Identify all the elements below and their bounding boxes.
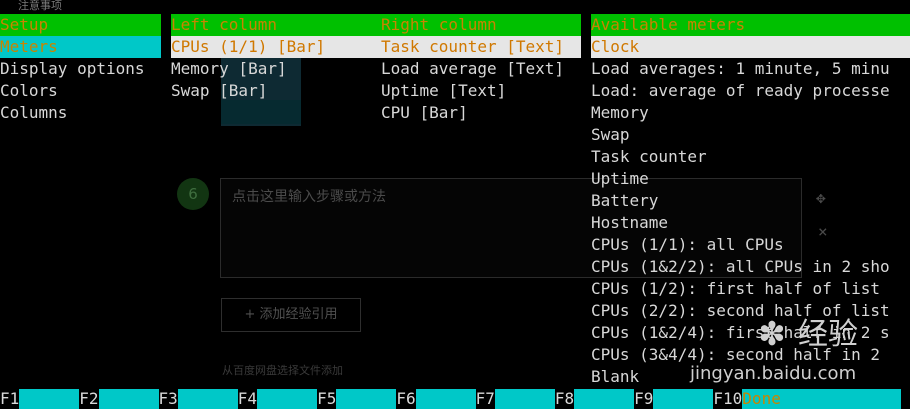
available-meter-item[interactable]: Memory: [591, 102, 910, 124]
bg-step-input-placeholder: 点击这里输入步骤或方法: [232, 189, 386, 205]
fkey-label: [574, 389, 635, 409]
left-meter-item[interactable]: Memory [Bar]: [171, 58, 381, 80]
right-meter-item[interactable]: CPU [Bar]: [381, 102, 581, 124]
available-meter-item[interactable]: Clock: [591, 36, 910, 58]
fkey-key: F6: [396, 389, 416, 409]
available-meters-header: Available meters: [591, 14, 910, 36]
setup-item-colors[interactable]: Colors: [0, 80, 161, 102]
right-meter-item[interactable]: Task counter [Text]: [381, 36, 581, 58]
setup-header: Setup: [0, 14, 161, 36]
fkey-label: [653, 389, 714, 409]
setup-column: Setup Meters Display options Colors Colu…: [0, 14, 161, 124]
fkey-label: [415, 389, 476, 409]
setup-item-meters[interactable]: Meters: [0, 36, 161, 58]
fkey-key: F3: [158, 389, 178, 409]
right-meter-item[interactable]: Load average [Text]: [381, 58, 581, 80]
left-column-header: Left column: [171, 14, 381, 36]
fkey-label: [19, 389, 80, 409]
fkey-f3[interactable]: F3: [158, 389, 238, 409]
watermark-site: jingyan.baidu.com: [690, 363, 857, 384]
bg-image-strip: [221, 100, 301, 124]
baidu-paw-icon: ✽: [759, 309, 785, 355]
right-column-header: Right column: [381, 14, 581, 36]
fkey-label: [177, 389, 238, 409]
done-label: Done: [742, 389, 902, 409]
bg-add-reference-button: + 添加经验引用: [221, 298, 361, 332]
fkey-key: F7: [475, 389, 495, 409]
available-meter-item[interactable]: Battery: [591, 190, 910, 212]
available-meter-item[interactable]: Swap: [591, 124, 910, 146]
fkey-f1[interactable]: F1: [0, 389, 80, 409]
fkey-key: F4: [237, 389, 258, 409]
fkey-key: F10: [713, 389, 743, 409]
available-meter-item[interactable]: Task counter: [591, 146, 910, 168]
available-meter-item[interactable]: Load: average of ready processe: [591, 80, 910, 102]
bg-tab-label: 注意事项: [18, 0, 62, 12]
fkey-label: [98, 389, 159, 409]
fkey-label: [494, 389, 555, 409]
fkey-key: F5: [317, 389, 337, 409]
available-meter-item[interactable]: CPUs (1/1): all CPUs: [591, 234, 910, 256]
right-meter-item[interactable]: Uptime [Text]: [381, 80, 581, 102]
fkey-f5[interactable]: F5: [317, 389, 397, 409]
setup-item-columns[interactable]: Columns: [0, 102, 161, 124]
available-meter-item[interactable]: Hostname: [591, 212, 910, 234]
available-meter-item[interactable]: Load averages: 1 minute, 5 minu: [591, 58, 910, 80]
setup-item-display-options[interactable]: Display options: [0, 58, 161, 80]
fkey-f4[interactable]: F4: [237, 389, 318, 409]
left-meter-item[interactable]: CPUs (1/1) [Bar]: [171, 36, 381, 58]
available-meter-item[interactable]: Uptime: [591, 168, 910, 190]
fkey-key: F2: [79, 389, 99, 409]
right-column: Right column Task counter [Text] Load av…: [381, 14, 581, 124]
fkey-f8[interactable]: F8: [554, 389, 635, 409]
fkey-label: [336, 389, 397, 409]
fkey-key: F9: [634, 389, 654, 409]
left-meter-item[interactable]: Swap [Bar]: [171, 80, 381, 102]
fkey-label: [257, 389, 318, 409]
fkey-f10-done[interactable]: F10 Done: [713, 389, 902, 409]
watermark-brand: 经验: [798, 317, 858, 352]
fkey-key: F8: [554, 389, 575, 409]
fkey-f9[interactable]: F9: [634, 389, 714, 409]
left-column: Left column CPUs (1/1) [Bar] Memory [Bar…: [171, 14, 381, 102]
bg-step-number: 6: [177, 178, 209, 210]
fkey-f7[interactable]: F7: [475, 389, 555, 409]
fkey-f2[interactable]: F2: [79, 389, 159, 409]
available-meter-item[interactable]: CPUs (1&2/2): all CPUs in 2 sho: [591, 256, 910, 278]
fkey-key: F1: [0, 389, 20, 409]
function-key-bar: F1 F2 F3 F4 F5 F6 F7 F8 F9 F10 Done: [0, 389, 910, 409]
available-meter-item[interactable]: CPUs (1/2): first half of list: [591, 278, 910, 300]
fkey-f6[interactable]: F6: [396, 389, 476, 409]
bg-note: 从百度网盘选择文件添加: [222, 364, 343, 377]
